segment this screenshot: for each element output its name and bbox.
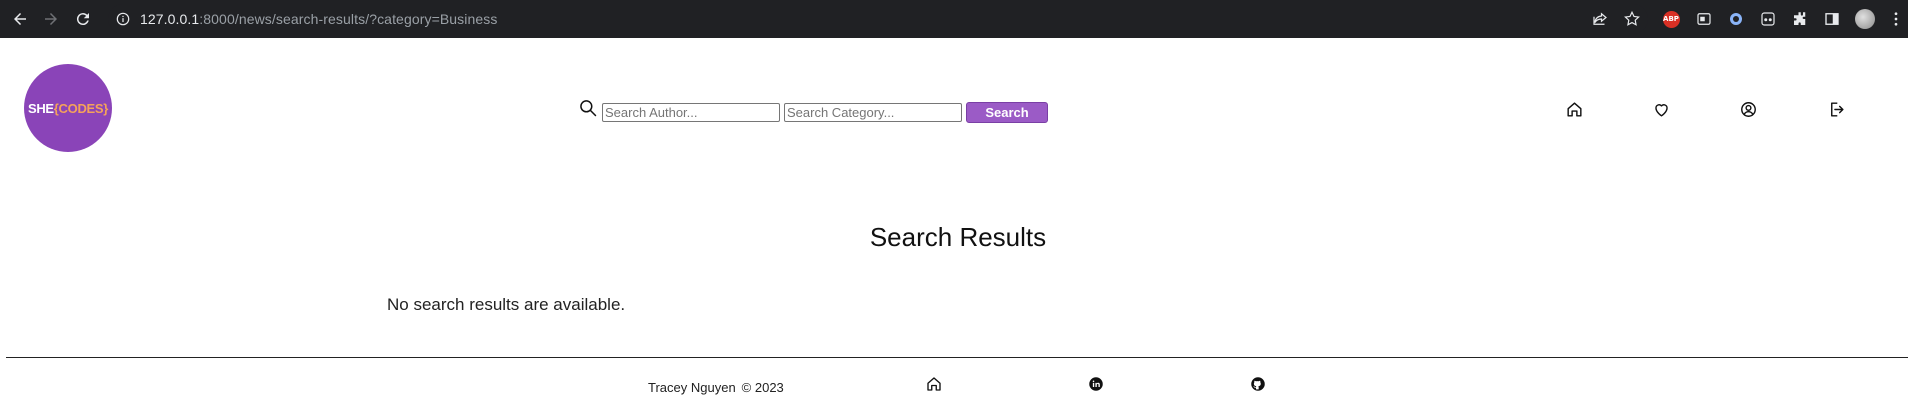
heart-icon [1654,103,1668,117]
user-circle-icon [1740,101,1756,117]
forward-button[interactable] [39,7,63,31]
footer-divider [6,357,1908,358]
footer-linkedin-link[interactable] [1086,374,1106,394]
footer-credit: Tracey Nguyen © 2023 [648,380,784,395]
logo-she-text: SHE [27,100,54,116]
reload-button[interactable] [71,7,95,31]
more-vertical-icon [1894,12,1898,26]
extension-button-3[interactable] [1756,7,1780,31]
extension-circle-icon [1730,13,1742,25]
nav-logout-link[interactable] [1825,98,1847,120]
url-text: 127.0.0.1:8000/news/search-results/?cate… [140,11,497,27]
address-bar[interactable]: 127.0.0.1:8000/news/search-results/?cate… [108,4,1648,34]
home-icon [1566,101,1582,117]
footer-author: Tracey Nguyen [648,380,736,395]
footer-home-link[interactable] [924,374,944,394]
github-icon [1251,377,1265,391]
nav-account-link[interactable] [1737,98,1759,120]
browser-toolbar: 127.0.0.1:8000/news/search-results/?cate… [0,0,1908,38]
extension-glasses-icon [1761,12,1775,26]
share-icon [1593,12,1607,25]
nav-favourites-link[interactable] [1650,98,1672,120]
adblock-extension[interactable]: ABP [1659,7,1683,31]
share-button[interactable] [1588,7,1612,31]
search-icon [580,100,597,117]
footer-github-link[interactable] [1248,374,1268,394]
adblock-badge: ABP [1662,10,1680,28]
search-form: Search [578,98,1048,126]
extensions-button[interactable] [1788,7,1812,31]
back-button[interactable] [8,7,32,31]
profile-button[interactable] [1853,7,1877,31]
arrow-right-icon [45,13,57,25]
logout-icon [1830,101,1844,117]
search-category-input[interactable] [784,102,962,122]
home-icon [927,377,941,391]
reload-icon [76,13,89,26]
bookmark-button[interactable] [1620,7,1644,31]
nav-home-link[interactable] [1563,98,1585,120]
extension-button-2[interactable] [1724,7,1748,31]
logo-codes-text: {CODES} [53,100,109,116]
side-panel-button[interactable] [1820,7,1844,31]
puzzle-icon [1794,12,1806,25]
arrow-left-icon [14,13,26,25]
profile-avatar [1855,9,1875,29]
linkedin-icon [1089,377,1103,391]
extension-button-1[interactable] [1692,7,1716,31]
search-button[interactable]: Search [966,101,1048,123]
url-path: :8000/news/search-results/?category=Busi… [199,11,498,27]
window-icon [1697,13,1711,25]
search-author-input[interactable] [602,102,780,122]
empty-results-message: No search results are available. [387,295,626,314]
footer-copyright: © 2023 [741,380,784,395]
page-title: Search Results [869,222,1047,252]
browser-menu-button[interactable] [1884,7,1908,31]
star-icon [1624,10,1640,26]
side-panel-icon [1825,13,1839,25]
info-icon[interactable] [116,12,130,26]
url-host: 127.0.0.1 [140,11,200,27]
site-logo[interactable]: SHE {CODES} [24,64,112,152]
